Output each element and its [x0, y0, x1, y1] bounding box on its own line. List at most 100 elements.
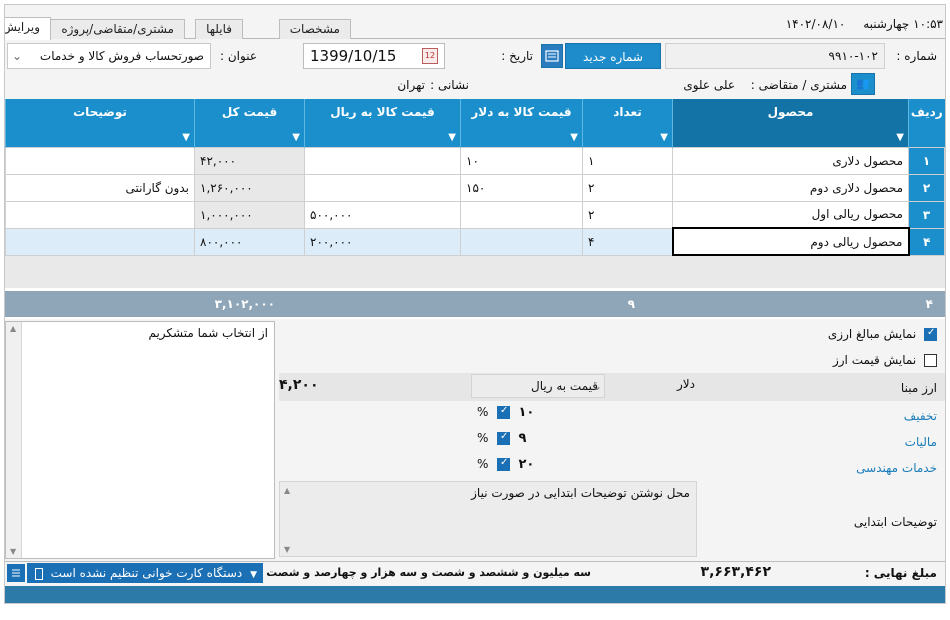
price-usd-cell[interactable]: ۱۵۰ — [460, 173, 583, 202]
quantity-cell[interactable]: ۱ — [582, 146, 673, 175]
current-date: ۱۴۰۲/۰۸/۱۰ — [785, 17, 846, 31]
description-cell[interactable] — [5, 200, 195, 229]
description-cell[interactable] — [5, 146, 195, 175]
filter-icon[interactable]: ▼ — [570, 132, 578, 143]
scroll-up-icon[interactable]: ▲ — [284, 486, 290, 495]
final-amount-words: سه میلیون و ششصد و شصت و سه هزار و چهارص… — [211, 566, 591, 579]
engineering-checkbox[interactable] — [496, 457, 510, 471]
date-field[interactable]: 1399/10/15 12 — [303, 43, 445, 69]
date-label: تاریخ : — [501, 49, 533, 63]
engineering-services-link[interactable]: خدمات مهندسی — [856, 461, 937, 475]
scroll-up-icon[interactable]: ▲ — [10, 324, 16, 333]
tax-checkbox[interactable] — [496, 431, 510, 445]
price-rial-cell[interactable] — [304, 173, 461, 202]
col-description[interactable]: توضیحات ▼ — [5, 99, 195, 147]
tax-percent[interactable]: % ۹ — [477, 431, 526, 446]
price-usd-cell[interactable]: ۱۰ — [460, 146, 583, 175]
description-cell[interactable]: بدون گارانتی — [5, 173, 195, 202]
row-number: ۱ — [908, 146, 945, 175]
show-fx-amounts-option[interactable]: نمایش مبالغ ارزی — [828, 327, 937, 341]
col-total[interactable]: قیمت کل ▼ — [194, 99, 305, 147]
row-number: ۴ — [908, 227, 945, 256]
settings-icon[interactable] — [7, 564, 25, 582]
card-reader-status[interactable]: ▼ دستگاه کارت خوانی تنظیم نشده است — [27, 563, 263, 583]
chevron-down-icon[interactable]: ▼ — [250, 570, 257, 580]
quantity-cell[interactable]: ۲ — [582, 200, 673, 229]
description-cell[interactable] — [5, 227, 195, 256]
product-cell[interactable]: محصول ریالی دوم — [671, 227, 910, 256]
filter-icon[interactable]: ▼ — [660, 132, 668, 143]
tax-link[interactable]: مالیات — [905, 435, 937, 449]
quantity-cell[interactable]: ۲ — [582, 173, 673, 202]
items-grid: ردیف محصول ▼ تعداد ▼ قیمت کالا به دلار ▼ قی… — [5, 99, 945, 319]
card-reader-icon — [34, 567, 43, 580]
col-quantity[interactable]: تعداد ▼ — [582, 99, 673, 147]
number-label: شماره : — [896, 49, 937, 63]
filter-icon[interactable]: ▼ — [448, 132, 456, 143]
notes-scrollbar[interactable]: ▲ ▼ — [6, 322, 22, 558]
price-usd-cell[interactable] — [460, 200, 583, 229]
date-value: 1399/10/15 — [310, 47, 397, 65]
address-label: نشانی : — [430, 78, 469, 92]
total-cell: ۱,۰۰۰,۰۰۰ — [194, 200, 305, 229]
chevron-down-icon[interactable]: ⌄ — [12, 44, 22, 68]
price-type-select[interactable]: قیمت به ریال ⌄ — [471, 374, 605, 398]
quantity-cell[interactable]: ۴ — [582, 227, 673, 256]
intro-textarea[interactable]: محل نوشتن توضیحات ابتدایی در صورت نیاز ▲… — [279, 481, 697, 557]
col-product[interactable]: محصول ▼ — [672, 99, 909, 147]
price-rial-cell[interactable]: ۵۰۰,۰۰۰ — [304, 200, 461, 229]
customer-label: مشتری / متقاضی : — [750, 78, 847, 92]
discount-percent[interactable]: % ۱۰ — [477, 405, 534, 420]
filter-icon[interactable]: ▼ — [896, 132, 904, 143]
clock-time: ۱۰:۵۳ — [913, 17, 943, 31]
thank-you-notes[interactable]: ▲ ▼ از انتخاب شما متشکریم — [5, 321, 275, 559]
title-label: عنوان : — [220, 49, 257, 63]
customer-name: علی علوی — [683, 78, 735, 92]
product-cell[interactable]: محصول دلاری — [672, 146, 909, 175]
final-amount-label: مبلغ نهایی : — [864, 566, 937, 580]
tax-value: ۹ — [518, 431, 527, 446]
exchange-rate[interactable]: ۴,۲۰۰ — [279, 377, 319, 393]
customer-icon[interactable]: 👥 — [851, 73, 875, 95]
filter-icon[interactable]: ▼ — [292, 132, 300, 143]
base-currency-label: ارز مبنا — [900, 381, 937, 395]
price-rial-cell[interactable]: ۲۰۰,۰۰۰ — [304, 227, 461, 256]
col-price-rial[interactable]: قیمت کالا به ریال ▼ — [304, 99, 461, 147]
new-number-button[interactable]: شماره جدید — [565, 43, 661, 69]
price-type-value: قیمت به ریال — [531, 379, 598, 393]
chevron-down-icon[interactable]: ⌄ — [592, 375, 602, 397]
discount-link[interactable]: تخفیف — [904, 409, 937, 423]
table-row[interactable]: ۱ محصول دلاری ۱ ۱۰ ۴۲,۰۰۰ — [5, 146, 945, 175]
table-row-selected[interactable]: ۴ محصول ریالی دوم ۴ ۲۰۰,۰۰۰ ۸۰۰,۰۰۰ — [5, 227, 945, 256]
scroll-down-icon[interactable]: ▼ — [284, 545, 290, 554]
col-row-number[interactable]: ردیف — [908, 99, 945, 147]
tab-specs[interactable]: مشخصات — [278, 19, 351, 39]
currency-value[interactable]: دلار — [677, 377, 695, 391]
table-row[interactable]: ۲ محصول دلاری دوم ۲ ۱۵۰ ۱,۲۶۰,۰۰۰ بدون گ… — [5, 173, 945, 202]
product-cell[interactable]: محصول ریالی اول — [672, 200, 909, 229]
percent-sign: % — [477, 457, 489, 471]
discount-checkbox[interactable] — [496, 405, 510, 419]
number-settings-icon[interactable] — [541, 44, 563, 68]
taskbar-strip — [5, 586, 945, 603]
price-rial-cell[interactable] — [304, 146, 461, 175]
show-fx-price-checkbox[interactable] — [924, 354, 937, 367]
col-price-usd[interactable]: قیمت کالا به دلار ▼ — [460, 99, 583, 147]
tab-files[interactable]: فایلها — [195, 19, 243, 39]
price-usd-cell[interactable] — [460, 227, 583, 256]
invoice-number-field[interactable]: ۹۹۱۰-۱۰۲ — [665, 43, 885, 69]
scroll-down-icon[interactable]: ▼ — [10, 547, 16, 556]
title-select[interactable]: صورتحساب فروش کالا و خدمات ⌄ — [7, 43, 211, 69]
table-row[interactable]: ۳ محصول ریالی اول ۲ ۵۰۰,۰۰۰ ۱,۰۰۰,۰۰۰ — [5, 200, 945, 229]
product-cell[interactable]: محصول دلاری دوم — [672, 173, 909, 202]
show-fx-price-option[interactable]: نمایش قیمت ارز — [833, 353, 937, 367]
engineering-percent[interactable]: % ۲۰ — [477, 457, 534, 472]
status-bar: مبلغ نهایی : ۳,۶۶۳,۴۶۲ سه میلیون و ششصد … — [5, 561, 945, 585]
filter-icon[interactable]: ▼ — [182, 132, 190, 143]
tab-customer-project[interactable]: مشتری/متقاضی/پروژه — [50, 19, 185, 39]
calendar-icon[interactable]: 12 — [422, 48, 438, 64]
fx-row — [279, 373, 945, 401]
grid-empty-area — [5, 256, 945, 288]
show-fx-amounts-checkbox[interactable] — [924, 327, 937, 341]
tab-edit[interactable]: ویرایش — [5, 17, 51, 40]
